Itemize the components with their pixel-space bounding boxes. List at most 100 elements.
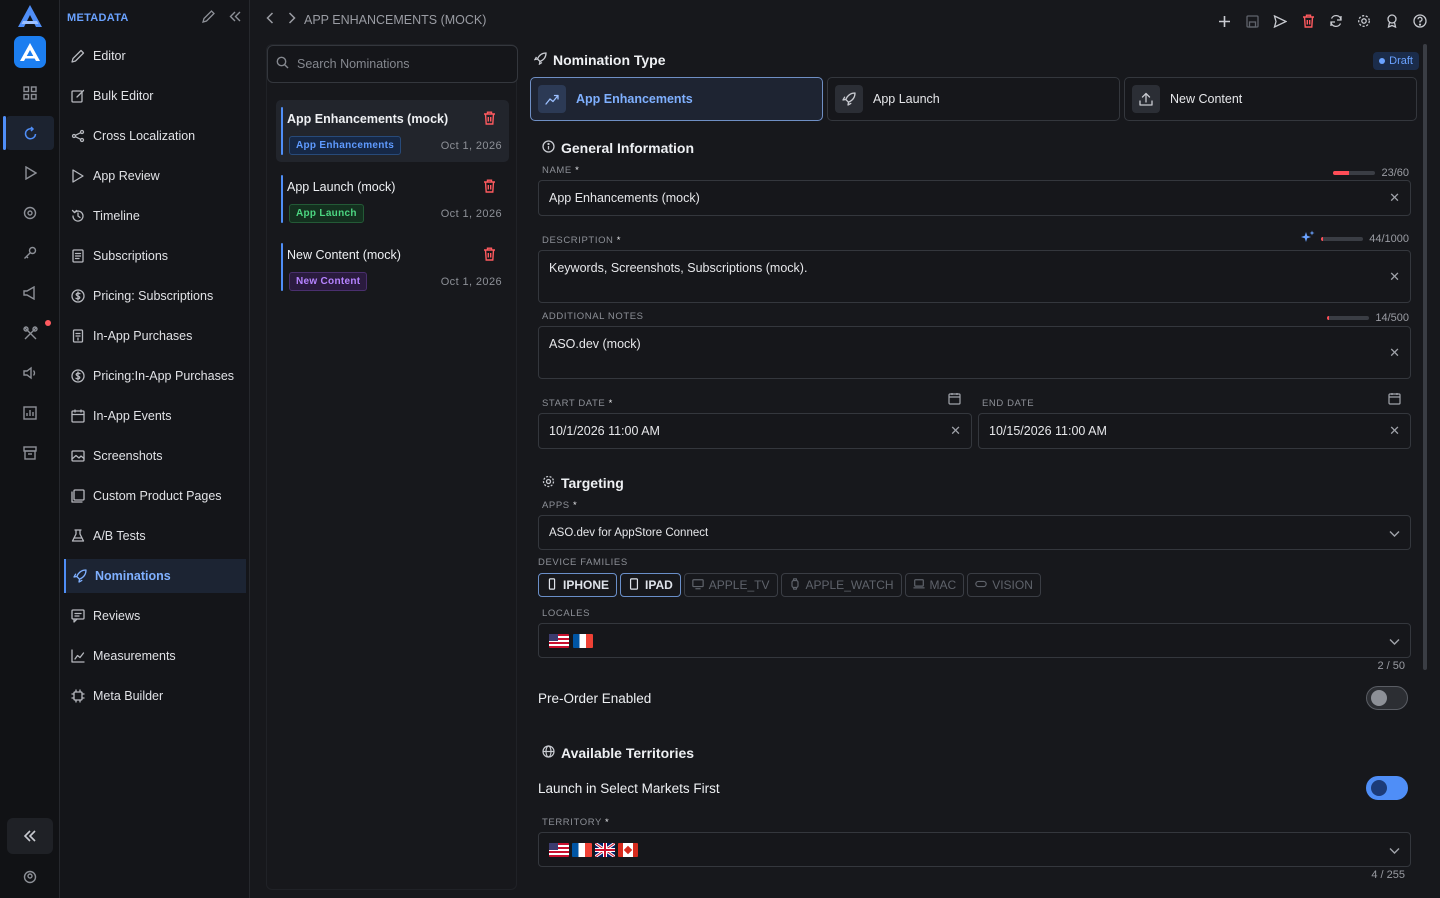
settings-icon[interactable]: [1356, 12, 1372, 30]
forward-chevron-icon[interactable]: [288, 12, 296, 27]
sidebar-item-nominations[interactable]: Nominations: [64, 559, 246, 593]
start-date-field[interactable]: 10/1/2026 11:00 AM ✕: [538, 413, 972, 449]
locales-select[interactable]: [538, 623, 1411, 658]
delete-icon[interactable]: [1300, 12, 1316, 30]
type-tile-app-enhancements[interactable]: App Enhancements: [530, 77, 823, 121]
key-icon[interactable]: [19, 242, 41, 264]
sidebar-item-a-b-tests[interactable]: A/B Tests: [64, 519, 246, 553]
refresh-icon[interactable]: [19, 122, 41, 144]
vision-icon: [975, 578, 987, 593]
sidebar-item-in-app-events[interactable]: In-App Events: [64, 399, 246, 433]
apps-select[interactable]: ASO.dev for AppStore Connect: [538, 515, 1411, 550]
back-chevron-icon[interactable]: [266, 12, 274, 27]
archive-icon[interactable]: [19, 442, 41, 464]
document-icon: [71, 249, 85, 263]
sidebar-item-pricing-subscriptions[interactable]: Pricing: Subscriptions: [64, 279, 246, 313]
device-chip-ipad[interactable]: IPAD: [620, 573, 681, 597]
territory-select[interactable]: [538, 832, 1411, 867]
sidebar-item-app-review[interactable]: App Review: [64, 159, 246, 193]
device-chip-label: APPLE_TV: [708, 578, 770, 592]
award-icon[interactable]: [1384, 12, 1400, 30]
sidebar-item-in-app-purchases[interactable]: In-App Purchases: [64, 319, 246, 353]
megaphone-icon[interactable]: [19, 282, 41, 304]
dollar-icon: [71, 289, 85, 303]
trash-icon[interactable]: [483, 179, 496, 196]
clear-end-date-icon[interactable]: ✕: [1389, 423, 1400, 439]
name-label-text: NAME: [542, 165, 572, 176]
sidebar-item-custom-product-pages[interactable]: Custom Product Pages: [64, 479, 246, 513]
description-field[interactable]: Keywords, Screenshots, Subscriptions (mo…: [538, 250, 1411, 303]
sidebar-item-reviews[interactable]: Reviews: [64, 599, 246, 633]
eye-icon[interactable]: [19, 202, 41, 224]
nomination-card[interactable]: App Launch (mock) App Launch Oct 1, 2026: [276, 168, 509, 230]
sidebar-item-screenshots[interactable]: Screenshots: [64, 439, 246, 473]
device-chip-apple-watch[interactable]: APPLE_WATCH: [780, 573, 902, 597]
name-meter: [1333, 171, 1376, 175]
sidebar-item-meta-builder[interactable]: Meta Builder: [64, 679, 246, 713]
name-field[interactable]: App Enhancements (mock) ✕: [538, 180, 1411, 216]
preorder-toggle[interactable]: [1366, 686, 1408, 710]
select-markets-toggle[interactable]: [1366, 776, 1408, 800]
sidebar-item-timeline[interactable]: Timeline: [64, 199, 246, 233]
clear-description-icon[interactable]: ✕: [1389, 269, 1400, 285]
status-badge: Draft: [1373, 52, 1419, 70]
type-tile-new-content[interactable]: New Content: [1124, 77, 1417, 121]
trash-icon[interactable]: [483, 247, 496, 264]
search-input[interactable]: [297, 57, 497, 71]
notes-meter: [1327, 316, 1370, 320]
rocket-icon: [73, 569, 87, 583]
clear-name-icon[interactable]: ✕: [1389, 190, 1400, 206]
nomination-card[interactable]: New Content (mock) New Content Oct 1, 2026: [276, 236, 509, 298]
dollar-icon: [71, 369, 85, 383]
scrollbar[interactable]: [1423, 44, 1427, 670]
help-icon[interactable]: [1412, 12, 1428, 30]
chart-icon[interactable]: [19, 402, 41, 424]
device-chip-iphone[interactable]: IPHONE: [538, 573, 618, 597]
rocket-icon: [533, 52, 547, 68]
end-date-value: 10/15/2026 11:00 AM: [989, 424, 1107, 438]
sidebar-item-pricing-in-app-purchases[interactable]: Pricing:In-App Purchases: [64, 359, 246, 393]
tools-icon[interactable]: [19, 322, 41, 344]
save-icon[interactable]: [1244, 12, 1260, 30]
add-icon[interactable]: [1216, 12, 1232, 30]
nomination-title: App Enhancements (mock): [287, 112, 449, 126]
trash-icon[interactable]: [483, 111, 496, 128]
sparkles-icon[interactable]: [1301, 230, 1315, 247]
grid-icon[interactable]: [19, 82, 41, 104]
sidebar-item-measurements[interactable]: Measurements: [64, 639, 246, 673]
image-icon: [71, 449, 85, 463]
sidebar-item-cross-localization[interactable]: Cross Localization: [64, 119, 246, 153]
clear-notes-icon[interactable]: ✕: [1389, 345, 1400, 361]
sync-icon[interactable]: [1328, 12, 1344, 30]
description-meter: [1321, 236, 1364, 241]
type-tile-app-launch[interactable]: App Launch: [827, 77, 1120, 121]
notes-field[interactable]: ASO.dev (mock) ✕: [538, 326, 1411, 379]
sidebar-item-editor[interactable]: Editor: [64, 39, 246, 73]
clear-start-date-icon[interactable]: ✕: [950, 423, 961, 439]
chevron-down-icon[interactable]: [1389, 526, 1400, 541]
volume-icon[interactable]: [19, 362, 41, 384]
toggle-knob: [1371, 690, 1387, 706]
app-icon[interactable]: [14, 36, 46, 68]
notes-counter-text: 14/500: [1375, 312, 1409, 324]
user-circle-icon[interactable]: [19, 866, 41, 888]
collapse-sidebar-icon[interactable]: [229, 10, 241, 26]
chevron-down-icon[interactable]: [1389, 634, 1400, 649]
chevron-down-icon[interactable]: [1389, 843, 1400, 858]
calendar-icon[interactable]: [1388, 392, 1401, 408]
nomination-card[interactable]: App Enhancements (mock) App Enhancements O…: [276, 100, 509, 162]
sidebar-item-subscriptions[interactable]: Subscriptions: [64, 239, 246, 273]
device-chip-apple-tv[interactable]: APPLE_TV: [683, 573, 778, 597]
edit-pencil-icon[interactable]: [202, 10, 215, 26]
double-chevron-left-icon[interactable]: [7, 818, 53, 854]
end-date-field[interactable]: 10/15/2026 11:00 AM ✕: [978, 413, 1411, 449]
device-chip-vision[interactable]: VISION: [967, 573, 1041, 597]
calendar-icon[interactable]: [948, 392, 961, 408]
preorder-label: Pre-Order Enabled: [538, 691, 652, 706]
pages-icon: [71, 489, 85, 503]
device-chip-mac[interactable]: MAC: [904, 573, 965, 597]
nomination-date: Oct 1, 2026: [440, 276, 502, 288]
send-icon[interactable]: [1272, 12, 1288, 30]
play-icon[interactable]: [19, 162, 41, 184]
sidebar-item-bulk-editor[interactable]: Bulk Editor: [64, 79, 246, 113]
